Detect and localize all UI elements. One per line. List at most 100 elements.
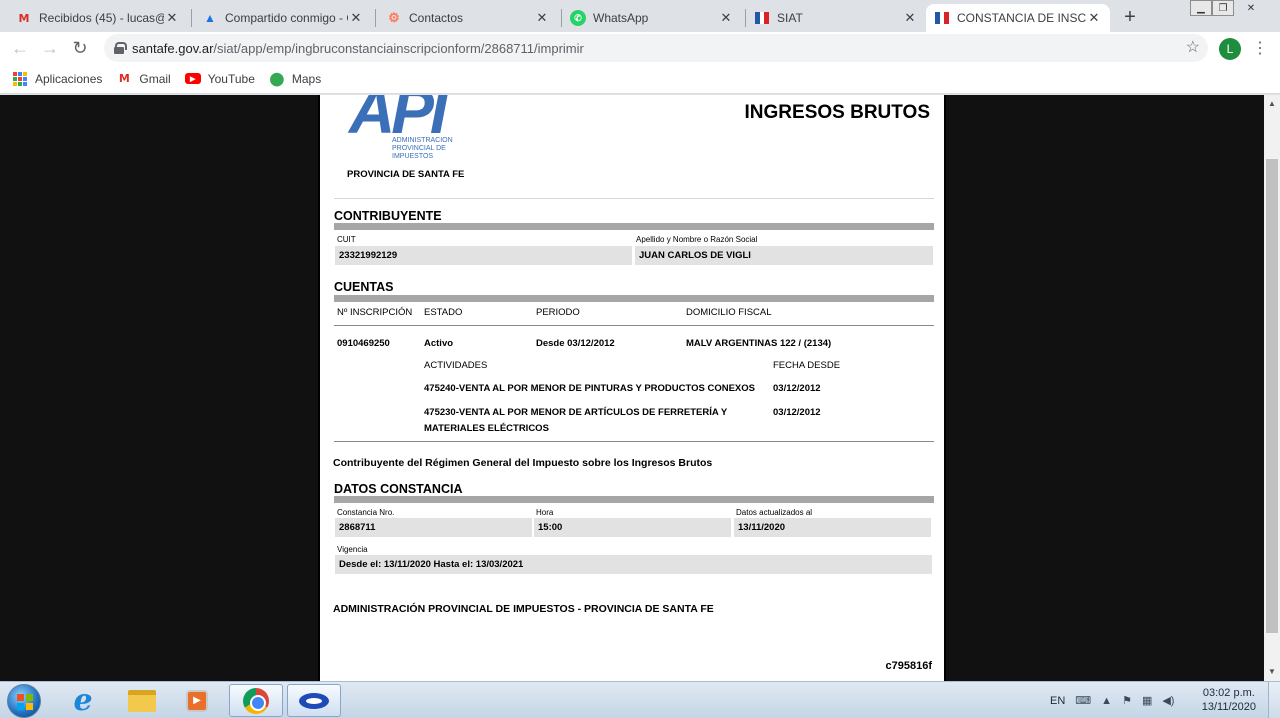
flag-icon (934, 10, 950, 26)
tab-separator (191, 9, 192, 27)
taskbar-media-player[interactable]: ▶ (170, 684, 224, 717)
tab-contactos[interactable]: ⚙ Contactos ✕ (378, 4, 558, 32)
taskbar-file-explorer[interactable] (115, 684, 169, 717)
vertical-scrollbar[interactable]: ▲ ▼ (1264, 95, 1280, 681)
start-button[interactable] (7, 684, 41, 718)
tab-title: CONSTANCIA DE INSCRI (957, 11, 1086, 25)
vigencia-label: Vigencia (337, 545, 368, 554)
divider (334, 198, 934, 199)
keyboard-icon[interactable]: ⌨ (1075, 694, 1091, 707)
clock-date: 13/11/2020 (1201, 701, 1256, 713)
tab-siat[interactable]: SIAT ✕ (746, 4, 926, 32)
tab-title: Compartido conmigo - G (225, 11, 348, 25)
taskbar-app[interactable] (287, 684, 341, 717)
star-icon[interactable]: ☆ (1186, 37, 1200, 57)
close-icon[interactable]: ✕ (902, 10, 918, 26)
scroll-down-icon[interactable]: ▼ (1264, 665, 1280, 679)
close-icon[interactable]: ✕ (348, 10, 364, 26)
back-arrow-icon[interactable]: ← (10, 38, 30, 59)
cuit-value: 23321992129 (335, 246, 632, 265)
windows-logo-icon (17, 694, 33, 710)
bookmark-label: Aplicaciones (35, 71, 103, 86)
system-tray: EN ⌨ ▲ ⚑ ▦ ◀) (1050, 682, 1174, 718)
tab-drive[interactable]: ▲ Compartido conmigo - G ✕ (194, 4, 372, 32)
flag-icon (754, 10, 770, 26)
tab-constancia[interactable]: CONSTANCIA DE INSCRI ✕ (926, 4, 1110, 32)
tab-title: Recibidos (45) - lucas@e (39, 11, 164, 25)
window-controls: ▁ ❐ ✕ (1190, 0, 1262, 18)
forward-arrow-icon[interactable]: → (40, 38, 60, 59)
tab-whatsapp[interactable]: ✆ WhatsApp ✕ (562, 4, 742, 32)
taskbar-clock[interactable]: 03:02 p.m. 13/11/2020 (1202, 686, 1256, 714)
logo-subtitle: ADMINISTRACION PROVINCIAL DE IMPUESTOS (392, 137, 453, 161)
language-indicator[interactable]: EN (1050, 695, 1065, 707)
hubspot-icon: ⚙ (388, 10, 400, 25)
app-swirl-icon (299, 692, 329, 709)
action-center-flag-icon[interactable]: ⚑ (1122, 694, 1132, 707)
url-path: /siat/app/emp/ingbruconstanciainscripcio… (213, 40, 584, 56)
reload-icon[interactable]: ↻ (70, 38, 90, 59)
tab-gmail[interactable]: M Recibidos (45) - lucas@e ✕ (8, 4, 188, 32)
logo-subtitle-line: ADMINISTRACION (392, 137, 453, 144)
close-icon[interactable]: ✕ (534, 10, 550, 26)
volume-icon[interactable]: ◀) (1162, 694, 1174, 707)
tab-title: WhatsApp (593, 11, 649, 25)
document-title: INGRESOS BRUTOS (744, 102, 930, 123)
network-icon[interactable]: ▦ (1142, 694, 1152, 707)
actualizados-label: Datos actualizados al (736, 508, 813, 517)
logo-mark: API (349, 95, 448, 147)
scrollbar-thumb[interactable] (1266, 159, 1278, 633)
close-icon[interactable]: ✕ (1086, 10, 1102, 26)
section-title-datos: DATOS CONSTANCIA (334, 482, 463, 496)
windows-taskbar: e ▶ EN ⌨ ▲ ⚑ ▦ ◀) 03:02 p.m. 13/11/2020 (0, 681, 1280, 718)
new-tab-button[interactable]: + (1118, 6, 1142, 30)
address-bar[interactable]: santafe.gov.ar/siat/app/emp/ingbruconsta… (104, 34, 1208, 62)
close-window-button[interactable]: ✕ (1240, 0, 1262, 16)
bookmark-label: Gmail (139, 71, 171, 86)
bookmark-maps[interactable]: ⬤ Maps (269, 71, 322, 86)
logo-subtitle-line: IMPUESTOS (392, 153, 434, 160)
gmail-icon: M (18, 11, 30, 25)
actividad-desc: 475240-VENTA AL POR MENOR DE PINTURAS Y … (424, 383, 755, 394)
estado-value: Activo (424, 338, 454, 349)
pdf-viewer[interactable]: API ADMINISTRACION PROVINCIAL DE IMPUEST… (0, 95, 1264, 681)
regimen-note: Contribuyente del Régimen General del Im… (333, 457, 713, 469)
cuit-label: CUIT (337, 235, 356, 244)
name-value: JUAN CARLOS DE VIGLI (635, 246, 933, 265)
menu-dots-icon[interactable]: ⋮ (1252, 38, 1268, 60)
taskbar-chrome[interactable] (229, 684, 283, 717)
name-label: Apellido y Nombre o Razón Social (636, 235, 758, 244)
section-title-contribuyente: CONTRIBUYENTE (334, 209, 442, 223)
minimize-button[interactable]: ▁ (1190, 0, 1212, 16)
tab-separator (375, 9, 376, 27)
section-bar (334, 496, 934, 503)
restore-button[interactable]: ❐ (1212, 0, 1234, 16)
col-header-periodo: PERIODO (536, 307, 580, 318)
nro-value: 2868711 (335, 518, 532, 537)
close-icon[interactable]: ✕ (718, 10, 734, 26)
scroll-up-icon[interactable]: ▲ (1264, 97, 1280, 111)
hora-label: Hora (536, 508, 554, 517)
whatsapp-icon: ✆ (570, 10, 586, 26)
vigencia-value: Desde el: 13/11/2020 Hasta el: 13/03/202… (335, 555, 932, 574)
profile-avatar[interactable]: L (1219, 38, 1241, 60)
taskbar-internet-explorer[interactable]: e (56, 684, 110, 717)
url-host: santafe.gov.ar (132, 40, 214, 56)
close-icon[interactable]: ✕ (164, 10, 180, 26)
folder-icon (128, 689, 156, 712)
col-header-inscripcion: Nº INSCRIPCIÓN (337, 307, 413, 318)
actividad-fecha: 03/12/2012 (773, 383, 821, 394)
section-bar (334, 223, 934, 230)
inscripcion-value: 0910469250 (337, 338, 390, 349)
tab-title: Contactos (409, 11, 464, 25)
bookmark-apps[interactable]: Aplicaciones (12, 71, 103, 86)
show-hidden-icons-icon[interactable]: ▲ (1101, 695, 1112, 707)
bookmark-gmail[interactable]: M Gmail (116, 71, 171, 86)
province-label: PROVINCIA DE SANTA FE (347, 169, 465, 180)
youtube-icon: ▶ (184, 73, 201, 84)
bookmark-youtube[interactable]: ▶ YouTube (184, 72, 255, 86)
show-desktop-button[interactable] (1268, 682, 1280, 718)
apps-grid-icon (12, 71, 28, 86)
logo-subtitle-line: PROVINCIAL DE (392, 145, 446, 152)
domicilio-value: MALV ARGENTINAS 122 / (2134) (686, 338, 832, 349)
